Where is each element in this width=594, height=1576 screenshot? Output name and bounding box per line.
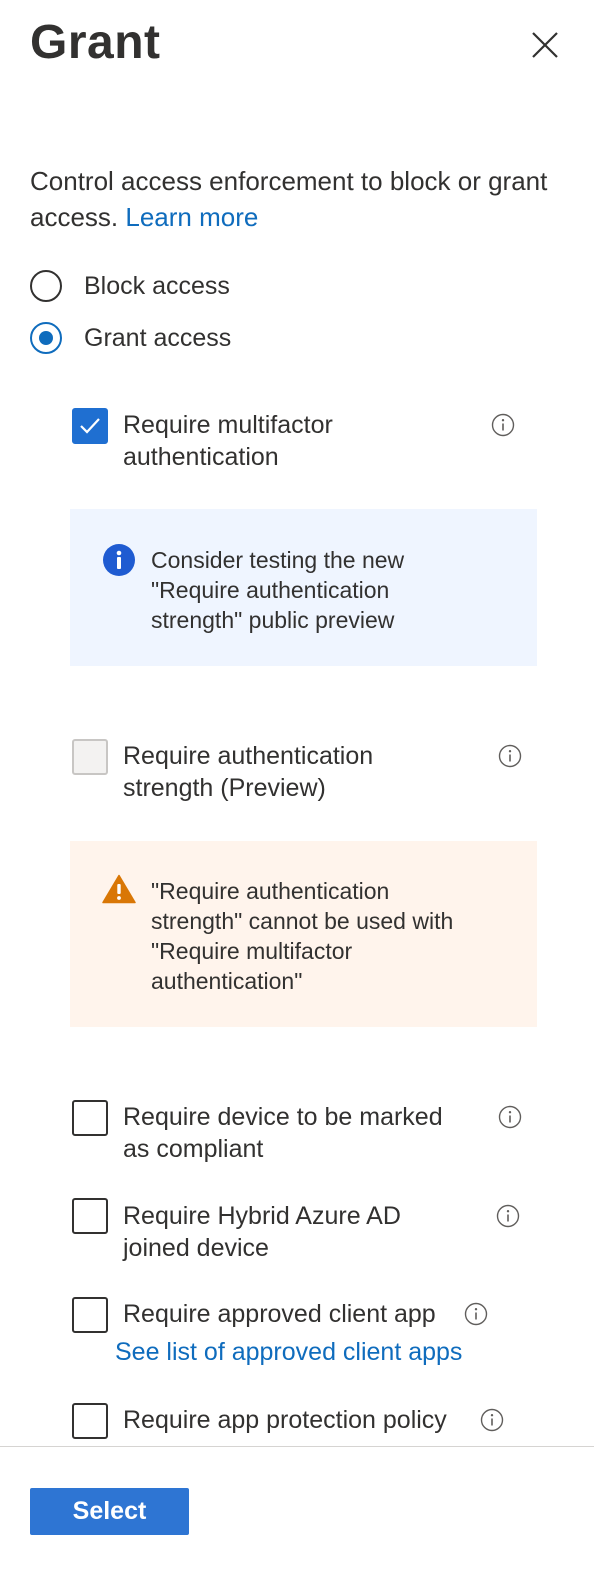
app-protection-label: Require app protection policy bbox=[123, 1406, 447, 1434]
info-message-box: Consider testing the new "Require authen… bbox=[70, 509, 537, 666]
auth-strength-label: Require authentication strength (Preview… bbox=[123, 742, 374, 802]
hybrid-azure-ad-checkbox[interactable] bbox=[72, 1198, 108, 1234]
mfa-label: Require multifactor authentication bbox=[123, 411, 333, 471]
radio-label: Block access bbox=[84, 271, 230, 300]
checkmark-icon bbox=[80, 418, 100, 434]
select-button[interactable]: Select bbox=[30, 1488, 189, 1535]
compliant-device-label: Require device to be marked as compliant bbox=[123, 1103, 443, 1163]
auth-strength-checkbox[interactable] bbox=[72, 739, 108, 775]
warning-message-text: "Require authentication strength" cannot… bbox=[151, 878, 454, 994]
radio-circle-selected[interactable] bbox=[30, 322, 62, 354]
radio-label: Grant access bbox=[84, 323, 232, 352]
learn-more-link[interactable]: Learn more bbox=[125, 202, 258, 232]
info-icon[interactable] bbox=[464, 1302, 488, 1326]
close-icon bbox=[532, 32, 558, 58]
approved-client-app-label: Require approved client app bbox=[123, 1300, 436, 1328]
radio-circle[interactable] bbox=[30, 270, 62, 302]
info-icon[interactable] bbox=[496, 1204, 520, 1228]
app-protection-checkbox[interactable] bbox=[72, 1403, 108, 1439]
compliant-device-checkbox[interactable] bbox=[72, 1100, 108, 1136]
info-icon[interactable] bbox=[498, 1105, 522, 1129]
panel-title: Grant bbox=[30, 16, 161, 69]
description-text: Control access enforcement to block or g… bbox=[30, 166, 548, 232]
approved-apps-link[interactable]: See list of approved client apps bbox=[115, 1336, 462, 1368]
info-icon[interactable] bbox=[491, 413, 515, 437]
panel-description: Control access enforcement to block or g… bbox=[30, 163, 550, 235]
approved-client-app-checkbox[interactable] bbox=[72, 1297, 108, 1333]
warning-message-box: "Require authentication strength" cannot… bbox=[70, 841, 537, 1027]
info-icon[interactable] bbox=[480, 1408, 504, 1432]
close-button[interactable] bbox=[524, 24, 566, 66]
radio-grant-access[interactable]: Grant access bbox=[30, 322, 231, 354]
footer-divider bbox=[0, 1446, 594, 1447]
info-message-text: Consider testing the new "Require authen… bbox=[151, 547, 405, 633]
info-icon bbox=[103, 544, 135, 581]
hybrid-azure-ad-label: Require Hybrid Azure AD joined device bbox=[123, 1202, 401, 1262]
mfa-checkbox[interactable] bbox=[72, 408, 108, 444]
info-icon[interactable] bbox=[498, 744, 522, 768]
radio-block-access[interactable]: Block access bbox=[30, 270, 230, 302]
warning-icon bbox=[102, 874, 136, 909]
